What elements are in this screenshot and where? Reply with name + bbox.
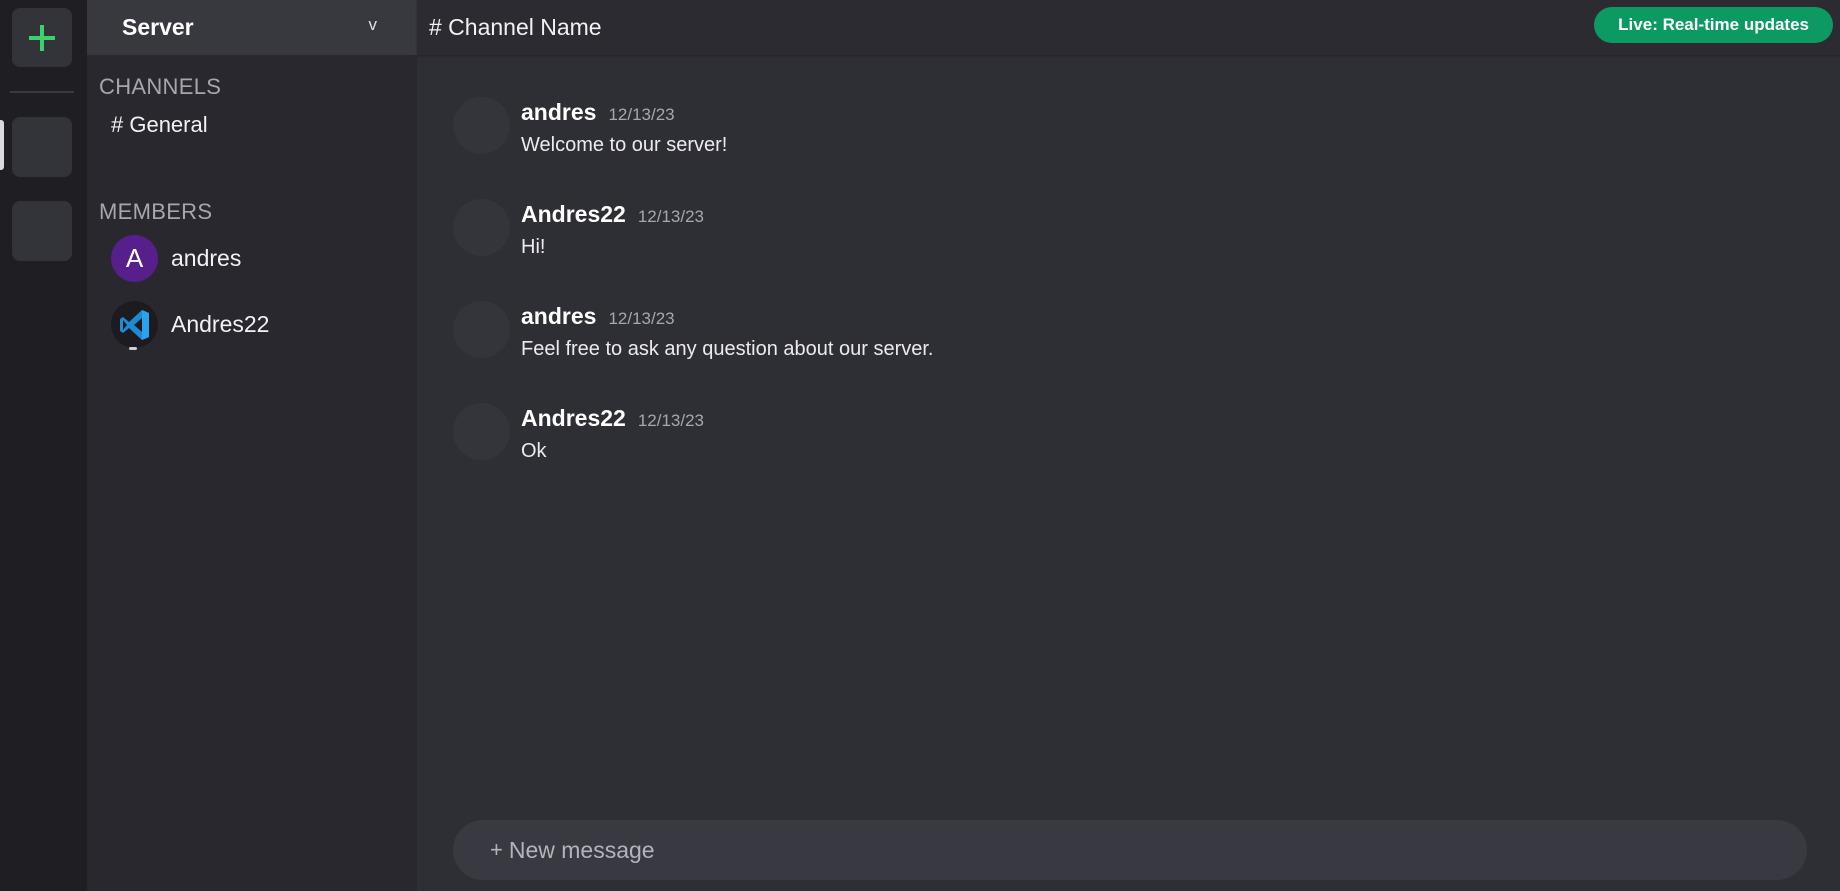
member-item-andres[interactable]: A andres: [111, 235, 241, 282]
message-timestamp: 12/13/23: [637, 207, 705, 226]
message-text: Ok: [521, 440, 547, 462]
rail-divider: [10, 91, 74, 93]
status-dot: [129, 347, 137, 350]
avatar-letter: A: [125, 243, 144, 273]
channel-title: # Channel Name: [429, 14, 602, 40]
live-status-badge: Live: Real-time updates: [1594, 7, 1833, 43]
avatar: A: [111, 235, 158, 282]
active-server-indicator: [0, 120, 4, 170]
message-text: Feel free to ask any question about our …: [521, 338, 934, 360]
avatar[interactable]: [453, 97, 510, 154]
message-item: andres 12/13/23 Feel free to ask any que…: [453, 301, 933, 361]
app-root: Server v CHANNELS # General MEMBERS A an…: [0, 0, 1840, 891]
member-item-andres22[interactable]: Andres22: [111, 301, 270, 350]
channel-item-general[interactable]: # General: [111, 112, 208, 138]
member-name: Andres22: [171, 311, 270, 337]
vscode-logo-icon: [119, 309, 149, 340]
message-author[interactable]: Andres22: [521, 405, 626, 432]
message-item: Andres22 12/13/23 Ok: [453, 403, 704, 463]
message-timestamp: 12/13/23: [608, 105, 675, 124]
server-tile-2[interactable]: [12, 201, 72, 261]
message-timestamp: 12/13/23: [608, 309, 675, 328]
add-server-button[interactable]: [12, 8, 72, 67]
message-text: Welcome to our server!: [521, 134, 728, 156]
server-tile-1[interactable]: [12, 117, 72, 177]
channel-sidebar: Server v CHANNELS # General MEMBERS A an…: [87, 0, 417, 891]
message-composer[interactable]: +: [453, 820, 1807, 880]
channels-section-title: CHANNELS: [99, 74, 222, 99]
plus-icon[interactable]: +: [490, 837, 503, 863]
message-author[interactable]: Andres22: [521, 201, 626, 228]
plus-icon: [29, 24, 55, 51]
server-rail: [0, 0, 87, 891]
server-name: Server: [122, 14, 194, 40]
message-item: Andres22 12/13/23 Hi!: [453, 199, 704, 259]
message-input[interactable]: [508, 836, 1709, 864]
chevron-down-icon[interactable]: v: [369, 15, 378, 35]
message-author[interactable]: andres: [521, 99, 596, 126]
server-header[interactable]: Server v: [87, 0, 417, 55]
member-name: andres: [171, 245, 242, 271]
avatar: [111, 301, 158, 350]
avatar[interactable]: [453, 301, 510, 358]
message-timestamp: 12/13/23: [637, 411, 705, 430]
avatar[interactable]: [453, 199, 510, 256]
message-item: andres 12/13/23 Welcome to our server!: [453, 97, 727, 157]
members-section-title: MEMBERS: [99, 199, 213, 224]
message-text: Hi!: [521, 236, 546, 258]
channel-header: # Channel Name Live: Real-time updates: [417, 0, 1840, 55]
chat-main: # Channel Name Live: Real-time updates a…: [417, 0, 1840, 891]
message-author[interactable]: andres: [521, 303, 596, 330]
avatar[interactable]: [453, 403, 510, 460]
